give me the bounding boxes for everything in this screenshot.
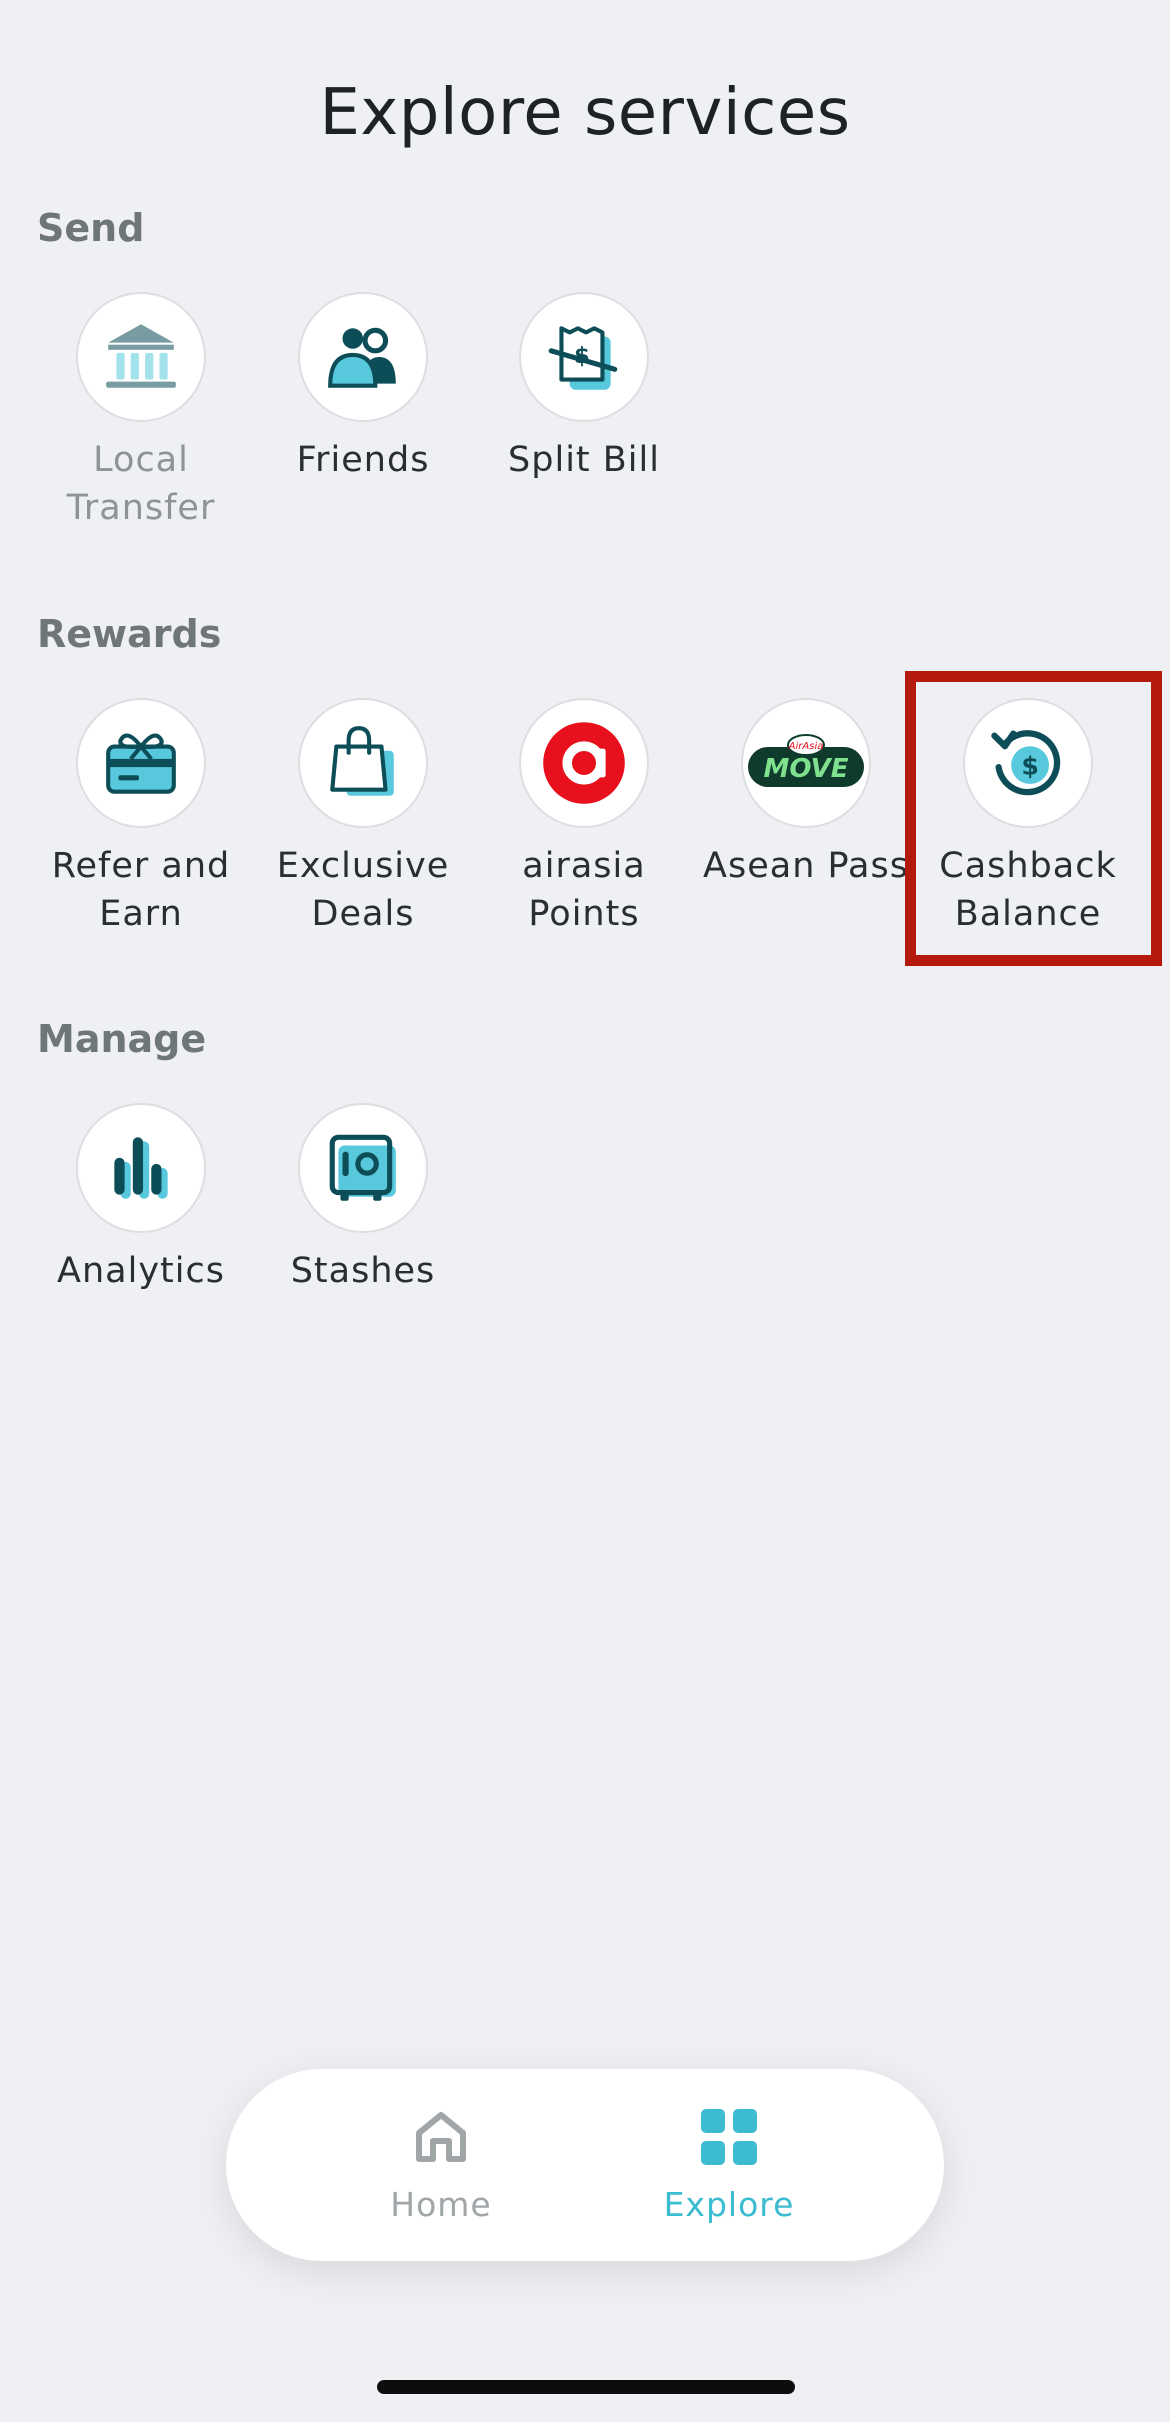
service-refer-and-earn[interactable]: Refer and Earn [26, 698, 256, 938]
section-title-rewards: Rewards [37, 612, 222, 656]
service-friends[interactable]: Friends [248, 292, 478, 484]
airasia-logo-icon [519, 698, 649, 828]
nav-item-explore[interactable]: Explore [619, 2107, 839, 2224]
service-label: Exclusive Deals [276, 846, 450, 934]
service-label: Local Transfer [66, 440, 216, 528]
service-label: Split Bill [508, 440, 660, 480]
section-title-send: Send [37, 206, 145, 250]
shopping-bag-icon [298, 698, 428, 828]
safe-icon [298, 1103, 428, 1233]
friends-icon [298, 292, 428, 422]
service-asean-pass[interactable]: AirAsia MOVE Asean Pass [691, 698, 921, 890]
highlight-box [905, 671, 1162, 966]
home-icon [416, 2112, 466, 2162]
grid-icon [701, 2109, 757, 2165]
explore-services-screen: Explore services Send Local Transfer Fri… [0, 0, 1170, 2422]
split-bill-icon: $ [519, 292, 649, 422]
bank-icon [76, 292, 206, 422]
service-label: airasia Points [522, 846, 646, 934]
service-label: Refer and Earn [51, 846, 231, 934]
service-label: Friends [296, 440, 430, 480]
svg-text:AirAsia: AirAsia [788, 741, 824, 752]
bar-chart-icon [76, 1103, 206, 1233]
service-airasia-points[interactable]: airasia Points [469, 698, 699, 938]
section-title-manage: Manage [37, 1017, 207, 1061]
bottom-nav: Home Explore [226, 2069, 944, 2261]
page-title: Explore services [319, 76, 851, 150]
service-analytics[interactable]: Analytics [26, 1103, 256, 1295]
service-local-transfer[interactable]: Local Transfer [26, 292, 256, 532]
service-stashes[interactable]: Stashes [248, 1103, 478, 1295]
service-exclusive-deals[interactable]: Exclusive Deals [248, 698, 478, 938]
nav-label-home: Home [390, 2185, 492, 2224]
service-label: Stashes [290, 1251, 436, 1291]
service-label: Asean Pass [703, 846, 909, 886]
move-logo-icon: AirAsia MOVE [741, 698, 871, 828]
home-indicator[interactable] [377, 2380, 795, 2394]
nav-item-home[interactable]: Home [331, 2107, 551, 2224]
gift-card-icon [76, 698, 206, 828]
nav-label-explore: Explore [663, 2185, 795, 2224]
service-label: Analytics [57, 1251, 225, 1291]
service-split-bill[interactable]: $ Split Bill [469, 292, 699, 484]
svg-text:MOVE: MOVE [764, 754, 849, 784]
